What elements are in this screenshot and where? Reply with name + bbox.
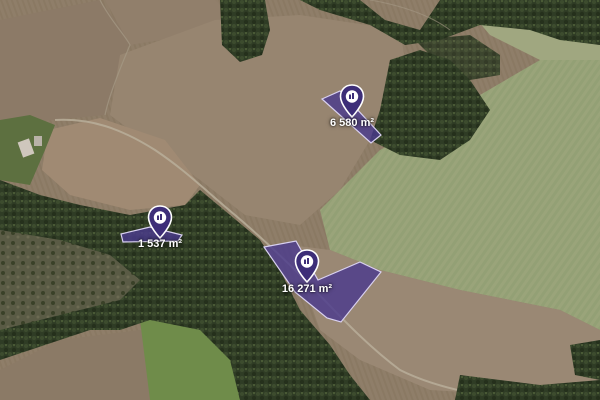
land-parcel-icon xyxy=(300,255,314,268)
parcel-south-area-label: 16 271 m² xyxy=(281,283,333,295)
land-parcel-icon xyxy=(345,90,359,103)
land-parcel-icon xyxy=(153,211,167,224)
parcel-northeast-area-label: 6 580 m² xyxy=(329,117,375,129)
parcel-west-area-label: 1 537 m² xyxy=(137,238,183,250)
satellite-map[interactable]: 1 537 m² 6 580 m² 16 271 m² xyxy=(0,0,600,400)
map-marker-icon[interactable] xyxy=(294,249,320,283)
map-marker-icon[interactable] xyxy=(339,84,365,118)
parcel-south-shape[interactable] xyxy=(262,240,382,323)
map-marker-icon[interactable] xyxy=(147,205,173,239)
parcel-overlay xyxy=(120,90,382,323)
